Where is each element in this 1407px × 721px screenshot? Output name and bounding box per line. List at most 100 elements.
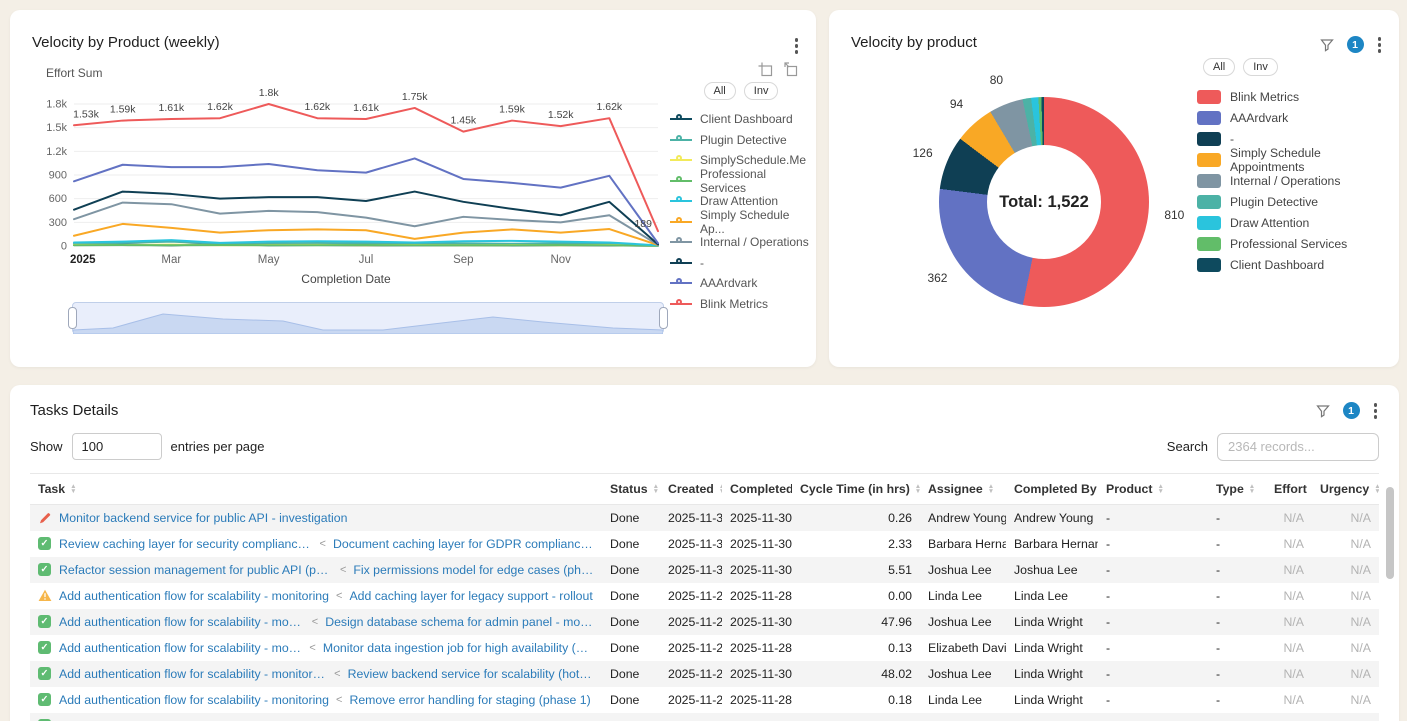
urgency-cell: N/A bbox=[1312, 583, 1379, 609]
completed-by-cell: Linda Wright bbox=[1006, 635, 1098, 661]
datazoom-slider[interactable] bbox=[72, 302, 664, 334]
task-link[interactable]: Add authentication flow for scalability … bbox=[59, 693, 329, 707]
svg-text:1.62k: 1.62k bbox=[304, 101, 330, 113]
completed-cell: 2025-11-28 bbox=[722, 583, 792, 609]
created-cell: 2025-11-28 bbox=[660, 609, 722, 635]
status-cell: Done bbox=[602, 713, 660, 721]
donut-legend-all-button[interactable]: All bbox=[1203, 58, 1235, 76]
table-filter-icon[interactable] bbox=[1315, 403, 1331, 419]
created-cell: 2025-11-28 bbox=[660, 713, 722, 721]
task-link[interactable]: Add authentication flow for scalability … bbox=[59, 667, 327, 681]
legend-item-1[interactable]: Plugin Detective bbox=[670, 130, 812, 151]
legend-item-8[interactable]: AAArdvark bbox=[670, 273, 812, 294]
svg-text:189: 189 bbox=[634, 218, 652, 230]
donut-legend-label: Internal / Operations bbox=[1230, 174, 1340, 188]
donut-legend-item-3[interactable]: Simply Schedule Appointments bbox=[1197, 149, 1393, 170]
task-link[interactable]: Add authentication flow for scalability … bbox=[59, 615, 305, 629]
data-zoom-icon[interactable] bbox=[758, 62, 773, 77]
velocity-weekly-card: Velocity by Product (weekly) Effort Sum … bbox=[10, 10, 816, 367]
cycle-time-cell: 48.02 bbox=[792, 661, 920, 687]
completed-cell: 2025-11-30 bbox=[722, 557, 792, 583]
created-cell: 2025-11-28 bbox=[660, 661, 722, 687]
donut-legend: All Inv Blink MetricsAAArdvark-Simply Sc… bbox=[1197, 58, 1393, 275]
urgency-cell: N/A bbox=[1312, 531, 1379, 557]
task-link[interactable]: Add authentication flow for scalability … bbox=[59, 641, 302, 655]
cycle-time-cell: 0.26 bbox=[792, 504, 920, 531]
page-size-input[interactable] bbox=[72, 433, 162, 460]
svg-text:0: 0 bbox=[61, 241, 67, 253]
filter-icon[interactable] bbox=[1319, 37, 1335, 53]
table-title: Tasks Details bbox=[30, 402, 118, 419]
legend-swatch bbox=[1197, 90, 1221, 104]
datazoom-right-handle[interactable] bbox=[659, 307, 668, 329]
task-link[interactable]: Add authentication flow for scalability … bbox=[59, 589, 329, 603]
column-header-completed[interactable]: Completed▲▼ bbox=[722, 473, 792, 504]
table-row: ✓Add authentication flow for scalability… bbox=[30, 635, 1379, 661]
linked-task-link[interactable]: Monitor data ingestion job for high avai… bbox=[323, 641, 594, 655]
donut-legend-item-7[interactable]: Professional Services bbox=[1197, 233, 1393, 254]
task-cell: Add authentication flow for scalability … bbox=[30, 583, 602, 609]
legend-item-0[interactable]: Client Dashboard bbox=[670, 109, 812, 130]
created-cell: 2025-11-30 bbox=[660, 531, 722, 557]
linked-task-link[interactable]: Add caching layer for legacy support - r… bbox=[349, 589, 592, 603]
column-header-type[interactable]: Type▲▼ bbox=[1208, 473, 1266, 504]
legend-item-3[interactable]: Professional Services bbox=[670, 171, 812, 192]
datazoom-left-handle[interactable] bbox=[68, 307, 77, 329]
assignee-cell: Joshua Lee bbox=[920, 713, 1006, 721]
donut-card-menu-icon[interactable] bbox=[1376, 35, 1384, 55]
legend-item-6[interactable]: Internal / Operations bbox=[670, 232, 812, 253]
svg-text:1.2k: 1.2k bbox=[46, 146, 67, 158]
legend-swatch bbox=[1197, 216, 1221, 230]
table-scrollbar-thumb[interactable] bbox=[1386, 487, 1394, 579]
task-link[interactable]: Review caching layer for security compli… bbox=[59, 537, 313, 551]
line-legend-inv-button[interactable]: Inv bbox=[744, 82, 779, 100]
legend-item-label: Plugin Detective bbox=[700, 133, 787, 147]
type-cell: - bbox=[1208, 661, 1266, 687]
legend-item-5[interactable]: Simply Schedule Ap... bbox=[670, 212, 812, 233]
linked-task-link[interactable]: Review backend service for scalability (… bbox=[348, 667, 594, 681]
legend-item-9[interactable]: Blink Metrics bbox=[670, 294, 812, 315]
check-icon: ✓ bbox=[38, 667, 52, 680]
legend-item-7[interactable]: - bbox=[670, 253, 812, 274]
product-cell: - bbox=[1098, 557, 1208, 583]
column-header-assignee[interactable]: Assignee▲▼ bbox=[920, 473, 1006, 504]
column-header-cycle-time-in-hrs-[interactable]: Cycle Time (in hrs)▲▼ bbox=[792, 473, 920, 504]
linked-task-link[interactable]: Document caching layer for GDPR complian… bbox=[333, 537, 594, 551]
donut-legend-item-5[interactable]: Plugin Detective bbox=[1197, 191, 1393, 212]
cycle-time-cell: 47.96 bbox=[792, 609, 920, 635]
column-header-effort[interactable]: Effort▲▼ bbox=[1266, 473, 1312, 504]
legend-line-marker bbox=[670, 134, 692, 145]
donut-total-label: Total: 1,522 bbox=[939, 97, 1149, 307]
svg-text:1.5k: 1.5k bbox=[46, 122, 67, 134]
column-header-urgency[interactable]: Urgency▲▼ bbox=[1312, 473, 1379, 504]
line-legend-all-button[interactable]: All bbox=[704, 82, 736, 100]
table-row: ✓ Add authentication flow for scalability… bbox=[30, 661, 1379, 687]
svg-text:Sep: Sep bbox=[453, 254, 473, 266]
product-cell: - bbox=[1098, 687, 1208, 713]
sort-icon: ▲▼ bbox=[1249, 484, 1255, 495]
column-header-completed-by[interactable]: Completed By▲▼ bbox=[1006, 473, 1098, 504]
svg-text:Jul: Jul bbox=[359, 254, 374, 266]
task-link[interactable]: Refactor session management for public A… bbox=[59, 563, 333, 577]
donut-legend-item-6[interactable]: Draw Attention bbox=[1197, 212, 1393, 233]
column-header-task[interactable]: Task▲▼ bbox=[30, 473, 602, 504]
column-header-created[interactable]: Created▲▼ bbox=[660, 473, 722, 504]
table-menu-icon[interactable] bbox=[1372, 401, 1380, 421]
legend-item-label: Internal / Operations bbox=[700, 235, 809, 249]
linked-task-link[interactable]: Remove error handling for staging (phase… bbox=[349, 693, 590, 707]
linked-task-link[interactable]: Design database schema for admin panel -… bbox=[325, 615, 594, 629]
search-input[interactable] bbox=[1217, 433, 1379, 461]
restore-icon[interactable] bbox=[783, 62, 798, 77]
donut-legend-item-8[interactable]: Client Dashboard bbox=[1197, 254, 1393, 275]
svg-text:1.8k: 1.8k bbox=[46, 99, 67, 111]
donut-legend-inv-button[interactable]: Inv bbox=[1243, 58, 1278, 76]
donut-legend-label: Draw Attention bbox=[1230, 216, 1309, 230]
pencil-icon bbox=[38, 511, 52, 525]
column-header-product[interactable]: Product▲▼ bbox=[1098, 473, 1208, 504]
linked-task-link[interactable]: Fix permissions model for edge cases (ph… bbox=[353, 563, 594, 577]
donut-legend-item-0[interactable]: Blink Metrics bbox=[1197, 86, 1393, 107]
column-header-status[interactable]: Status▲▼ bbox=[602, 473, 660, 504]
line-card-menu-icon[interactable] bbox=[793, 36, 801, 56]
donut-legend-item-1[interactable]: AAArdvark bbox=[1197, 107, 1393, 128]
task-link[interactable]: Monitor backend service for public API -… bbox=[59, 511, 347, 525]
